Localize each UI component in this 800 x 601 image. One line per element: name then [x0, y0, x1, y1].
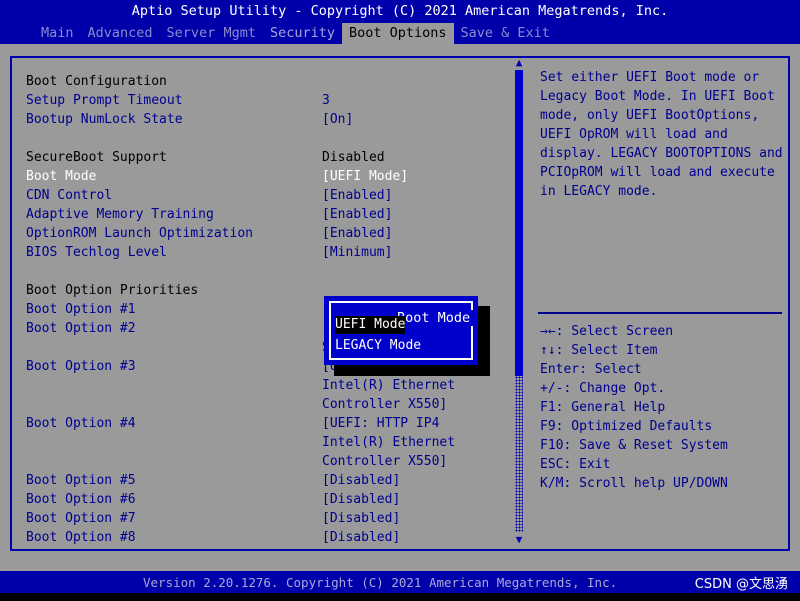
setting-label: Boot Option Priorities: [26, 283, 199, 298]
bottom-black-bar: [0, 593, 800, 601]
setting-label: Boot Configuration: [26, 74, 167, 89]
setting-label[interactable]: OptionROM Launch Optimization: [26, 224, 253, 243]
scroll-up-arrow-icon[interactable]: ▲: [513, 57, 525, 68]
key-legend-row: +/-: Change Opt.: [540, 381, 666, 396]
key-legend-row: F1: General Help: [540, 400, 666, 415]
setting-value[interactable]: Intel(R) Ethernet: [322, 433, 455, 452]
help-divider: [538, 312, 782, 314]
setting-label[interactable]: Boot Option #2: [26, 319, 136, 338]
setting-value[interactable]: [Disabled]: [322, 528, 400, 547]
menu-tab-save-exit[interactable]: Save & Exit: [454, 23, 557, 44]
setting-label[interactable]: Setup Prompt Timeout: [26, 91, 183, 110]
setting-value[interactable]: Intel(R) Ethernet: [322, 376, 455, 395]
setting-label: SecureBoot Support: [26, 150, 167, 165]
setting-label[interactable]: Boot Option #6: [26, 490, 136, 509]
setting-value[interactable]: [On]: [322, 110, 353, 129]
setting-label[interactable]: CDN Control: [26, 186, 112, 205]
popup-option-legacy-mode[interactable]: LEGACY Mode: [335, 337, 421, 355]
key-legend-row: Enter: Select: [540, 362, 642, 377]
setting-value[interactable]: [Disabled]: [322, 490, 400, 509]
scroll-down-arrow-icon[interactable]: ▼: [513, 534, 525, 545]
setting-label[interactable]: Adaptive Memory Training: [26, 205, 214, 224]
setting-label[interactable]: Boot Option #4: [26, 414, 136, 433]
setting-value: Disabled: [322, 150, 385, 165]
settings-scrollbar[interactable]: ▲ ▼: [512, 57, 526, 545]
content-area: Boot Configuration Setup Prompt Timeout 3 B…: [0, 44, 800, 571]
setting-value[interactable]: [Minimum]: [322, 243, 392, 262]
key-legend-list: →←: Select Screen ↑↓: Select Item Enter: S…: [540, 322, 788, 493]
setting-value[interactable]: [Disabled]: [322, 471, 400, 490]
menu-tab-boot-options[interactable]: Boot Options: [341, 22, 454, 44]
boot-mode-popup[interactable]: Boot Mode UEFI Mode LEGACY Mode: [324, 296, 478, 365]
key-legend-row: F9: Optimized Defaults: [540, 419, 713, 434]
setting-label[interactable]: BIOS Techlog Level: [26, 243, 167, 262]
setting-value[interactable]: [UEFI Mode]: [322, 167, 408, 186]
help-panel: Set either UEFI Boot mode or Legacy Boot…: [530, 56, 790, 551]
key-legend-row: K/M: Scroll help UP/DOWN: [540, 476, 728, 491]
setting-value[interactable]: [Enabled]: [322, 224, 392, 243]
key-legend-row: F10: Save & Reset System: [540, 438, 728, 453]
utility-title-text: Aptio Setup Utility - Copyright (C) 2021…: [131, 3, 669, 19]
setting-value[interactable]: 3: [322, 91, 330, 110]
key-legend-row: ↑↓: Select Item: [540, 343, 658, 358]
menu-tab-server-mgmt[interactable]: Server Mgmt: [160, 23, 263, 44]
setting-label[interactable]: Boot Option #1: [26, 300, 136, 319]
setting-value[interactable]: Controller X550]: [322, 452, 447, 471]
main-menu-bar[interactable]: Main Advanced Server Mgmt Security Boot Opti…: [0, 22, 800, 44]
setting-label[interactable]: Boot Option #5: [26, 471, 136, 490]
scrollbar-thumb[interactable]: [515, 70, 523, 376]
popup-option-uefi-mode[interactable]: UEFI Mode: [335, 316, 406, 334]
key-legend-row: →←: Select Screen: [540, 324, 674, 339]
footer-version-text: Version 2.20.1276. Copyright (C) 2021 Am…: [143, 574, 618, 590]
footer-bar: Version 2.20.1276. Copyright (C) 2021 Am…: [0, 571, 800, 593]
setting-label[interactable]: Boot Option #7: [26, 509, 136, 528]
menu-tab-main[interactable]: Main: [34, 23, 81, 44]
setting-value[interactable]: [Disabled]: [322, 509, 400, 528]
watermark-text: CSDN @文思湧: [694, 576, 788, 592]
setting-label[interactable]: Boot Option #8: [26, 528, 136, 547]
menu-tab-security[interactable]: Security: [263, 23, 342, 44]
setting-value[interactable]: [Enabled]: [322, 186, 392, 205]
setting-value[interactable]: [Enabled]: [322, 205, 392, 224]
setting-label[interactable]: Boot Option #3: [26, 357, 136, 376]
setting-label[interactable]: Boot Mode: [26, 167, 96, 186]
menu-tab-advanced[interactable]: Advanced: [81, 23, 160, 44]
bios-setup-screen: Aptio Setup Utility - Copyright (C) 2021…: [0, 0, 800, 601]
key-legend-row: ESC: Exit: [540, 457, 611, 472]
setting-label[interactable]: Bootup NumLock State: [26, 110, 183, 129]
help-description-text: Set either UEFI Boot mode or Legacy Boot…: [540, 70, 783, 199]
setting-value[interactable]: Controller X550]: [322, 395, 447, 414]
setting-value[interactable]: [UEFI: HTTP IP4: [322, 414, 439, 433]
utility-title-bar: Aptio Setup Utility - Copyright (C) 2021…: [0, 0, 800, 22]
